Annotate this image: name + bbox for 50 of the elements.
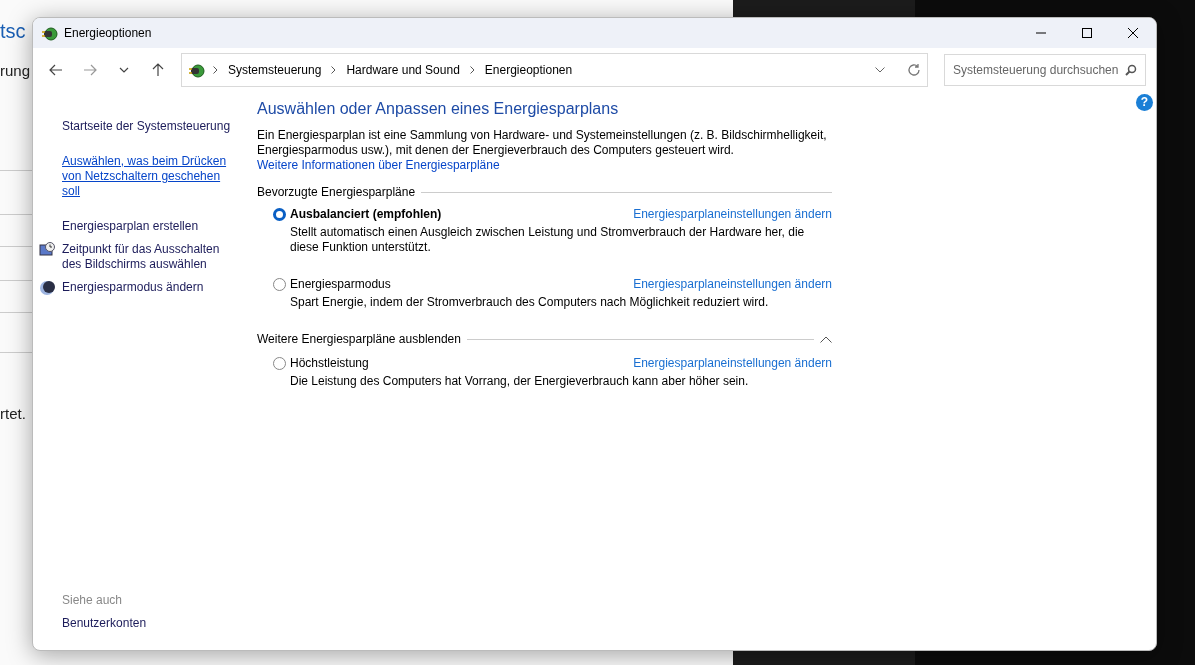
chevron-icon: [331, 66, 337, 74]
breadcrumb[interactable]: Hardware und Sound: [344, 63, 462, 77]
radio-button[interactable]: [273, 356, 286, 370]
radio-button[interactable]: [273, 277, 286, 291]
plan-name: Höchstleistung: [290, 356, 370, 370]
power-plug-icon: [41, 24, 58, 42]
close-icon[interactable]: [1128, 28, 1138, 38]
plan-description: Stellt automatisch einen Ausgleich zwischen Leistung und Stromverbrauch der Hardware her, die diese Funktion unterstützt.: [290, 225, 806, 255]
address-bar[interactable]: Systemsteuerung Hardware und Sound Energieoptionen: [181, 53, 928, 87]
maximize-icon[interactable]: [1082, 28, 1092, 38]
plan-name: Energiesparmodus: [290, 277, 392, 291]
sidebar-link[interactable]: Energiesparmodus ändern: [62, 280, 204, 300]
intro-paragraph: Ein Energiesparplan ist eine Sammlung von Hardware- und Systemeinstellungen (z. B. Bildschirmhelligkeit, Energiesparmodus usw.), mit denen der Energieverbrauch des Computers gesteuert wird. Weitere Informationen über Energiesparpläne: [257, 128, 828, 173]
search-icon: [1125, 64, 1137, 76]
power-plug-icon: [188, 61, 205, 79]
left-arrow-icon[interactable]: [49, 63, 63, 77]
help-button[interactable]: ?: [1136, 94, 1153, 111]
clock-monitor-icon: [39, 242, 56, 258]
background-text: rung: [0, 62, 31, 79]
radio-button[interactable]: [273, 207, 286, 221]
breadcrumb[interactable]: Energieoptionen: [482, 63, 575, 77]
plan-description: Die Leistung des Computers hat Vorrang, der Energieverbrauch kann aber höher sein.: [290, 374, 750, 389]
info-link[interactable]: Weitere Informationen über Energiesparpläne: [257, 158, 500, 172]
chevron-icon: [213, 66, 218, 74]
see-also-heading: Siehe auch: [62, 593, 124, 607]
plan-description: Spart Energie, indem der Stromverbrauch des Computers nach Möglichkeit reduziert wird.: [290, 295, 770, 310]
page-heading: Auswählen oder Anpassen eines Energiesparplans: [257, 100, 620, 118]
section-heading: Bevorzugte Energiesparpläne: [257, 185, 416, 199]
sidebar-link[interactable]: Startseite der Systemsteuerung: [62, 119, 231, 134]
sidebar-link[interactable]: Energiesparplan erstellen: [62, 219, 199, 234]
background-text: rtet.: [0, 405, 26, 422]
breadcrumb[interactable]: Systemsteuerung: [226, 63, 324, 77]
see-also-link[interactable]: Benutzerkonten: [62, 616, 233, 630]
sidebar-link[interactable]: Zeitpunkt für das Ausschalten des Bildschirms auswählen: [62, 242, 233, 272]
plan-settings-link[interactable]: Energiesparplaneinstellungen ändern: [633, 356, 832, 370]
sidebar-link[interactable]: Auswählen, was beim Drücken von Netzschaltern geschehen soll: [62, 154, 233, 199]
collapse-chevron-icon[interactable]: [820, 335, 832, 343]
section-toggle[interactable]: Weitere Energiesparpläne ausblenden: [257, 332, 461, 346]
chevron-icon: [469, 66, 475, 74]
plan-name: Ausbalanciert (empfohlen): [290, 207, 443, 221]
window-title: Energieoptionen: [64, 26, 153, 40]
plan-settings-link[interactable]: Energiesparplaneinstellungen ändern: [633, 277, 832, 291]
dropdown-icon[interactable]: [875, 67, 885, 73]
moon-icon: [39, 280, 55, 296]
plan-settings-link[interactable]: Energiesparplaneinstellungen ändern: [633, 207, 832, 221]
up-arrow-icon[interactable]: [151, 63, 165, 77]
search-field[interactable]: Systemsteuerung durchsuchen: [944, 54, 1146, 86]
background-text: tsc: [0, 20, 26, 43]
refresh-icon[interactable]: [907, 63, 921, 77]
right-arrow-icon[interactable]: [83, 63, 97, 77]
